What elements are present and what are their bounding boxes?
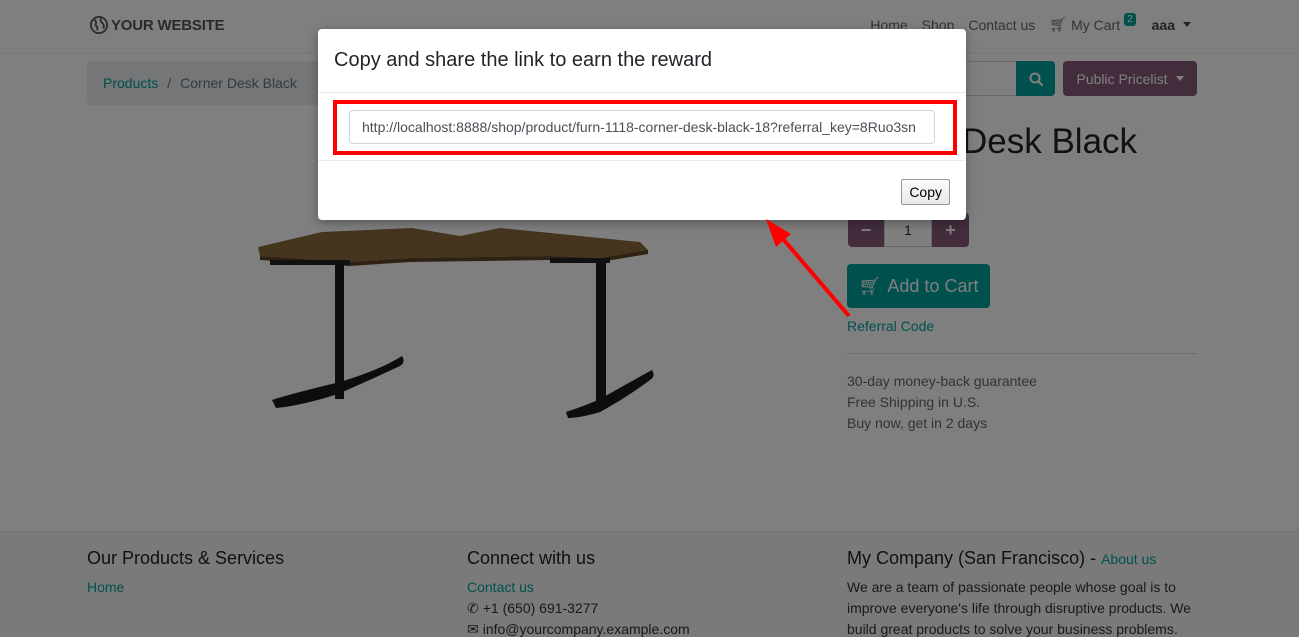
modal-title: Copy and share the link to earn the rewa…	[334, 49, 712, 71]
share-link-modal: Copy and share the link to earn the rewa…	[318, 29, 966, 220]
modal-body	[318, 93, 966, 161]
modal-footer: Copy	[318, 161, 966, 219]
copy-button[interactable]: Copy	[901, 179, 950, 205]
modal-header: Copy and share the link to earn the rewa…	[318, 29, 966, 93]
referral-link-input[interactable]	[349, 110, 935, 144]
